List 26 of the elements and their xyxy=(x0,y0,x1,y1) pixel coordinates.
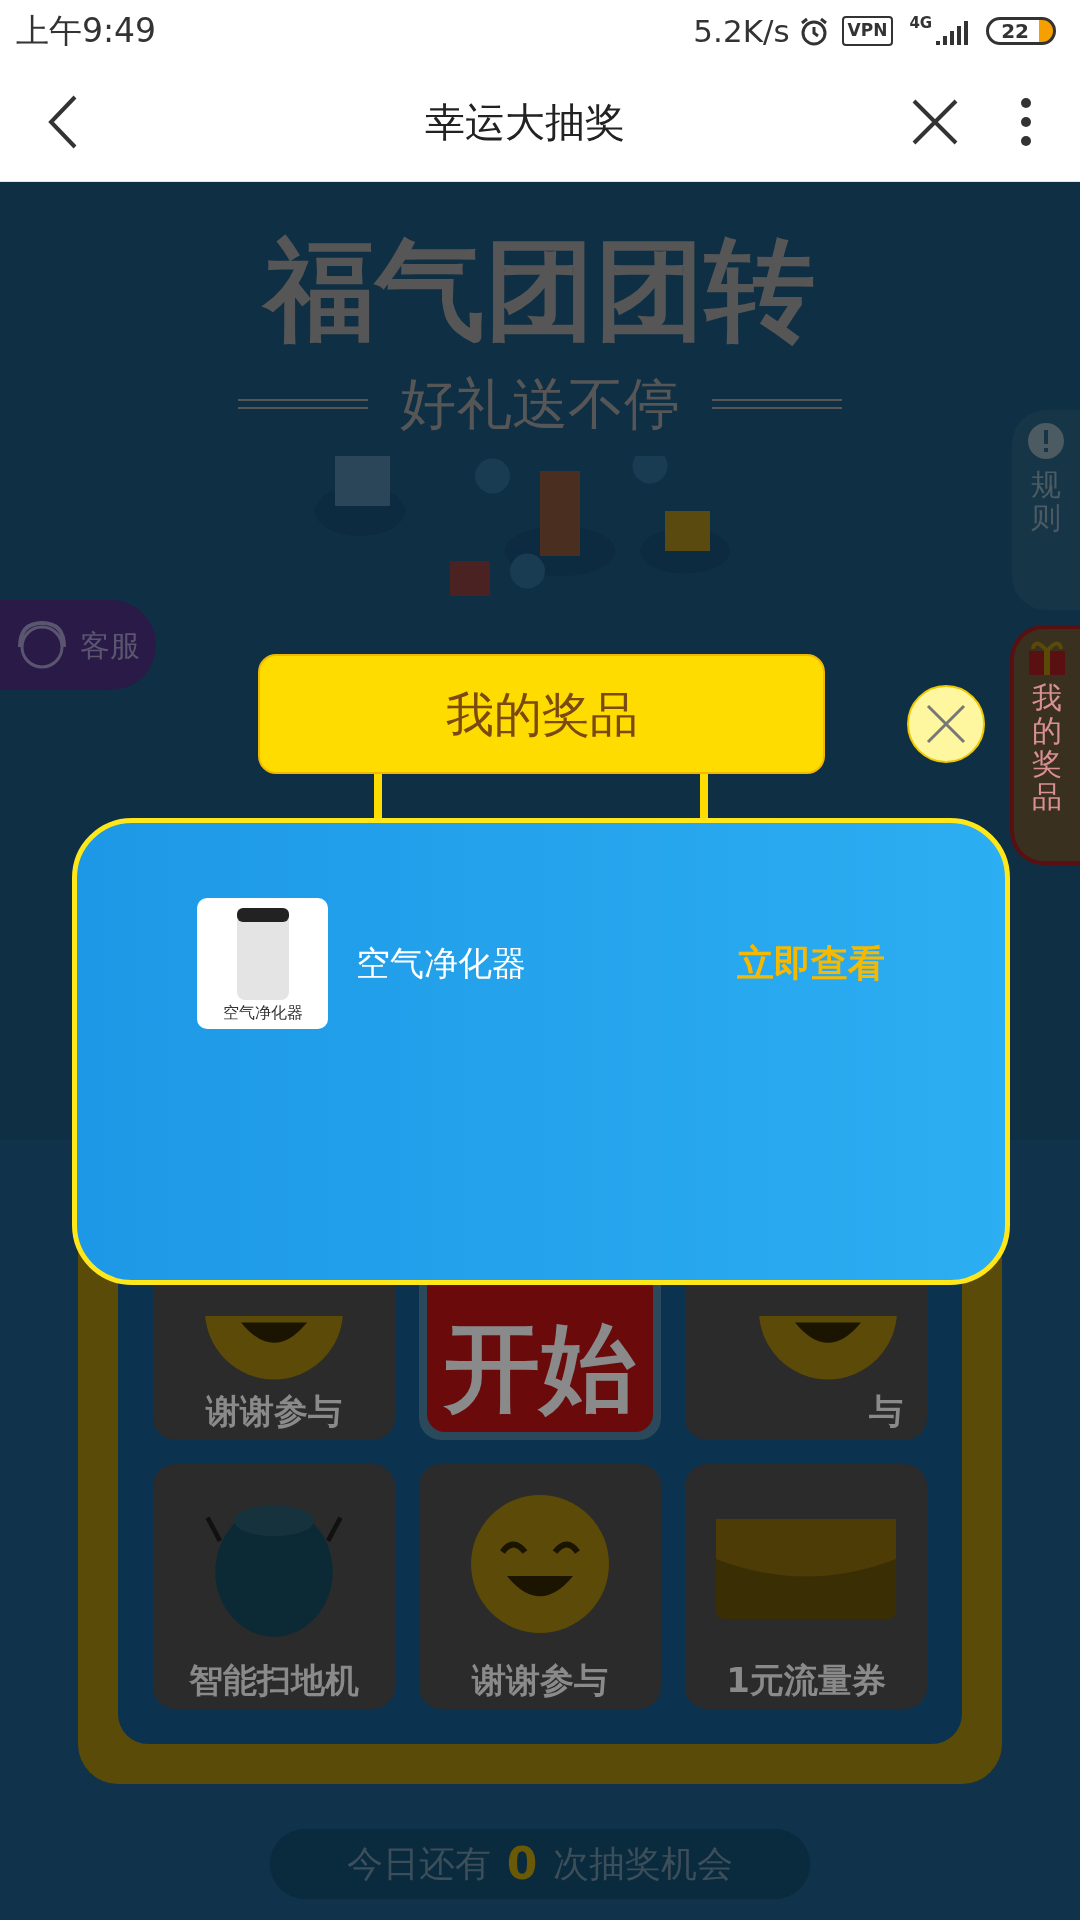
more-icon[interactable] xyxy=(1020,96,1032,147)
chances-count: 0 xyxy=(506,1837,538,1891)
prize-label: 1元流量券 xyxy=(726,1663,886,1697)
my-prizes-label: 我的奖品 xyxy=(1032,681,1062,813)
close-icon xyxy=(926,704,966,744)
page-title: 幸运大抽奖 xyxy=(424,97,626,147)
close-icon[interactable] xyxy=(912,98,958,145)
status-time: 上午9:49 xyxy=(16,10,157,53)
prize-name: 空气净化器 xyxy=(356,942,527,985)
vpn-indicator: VPN xyxy=(841,16,894,46)
view-now-link[interactable]: 立即查看 xyxy=(737,935,885,992)
info-icon xyxy=(1027,422,1065,460)
battery-indicator: 22 xyxy=(986,17,1056,45)
banner-title: 福气团团转 xyxy=(249,222,831,360)
prize-label: 与 xyxy=(869,1394,903,1428)
network-type: 4G xyxy=(909,13,933,34)
back-icon[interactable] xyxy=(48,94,78,149)
prize-label: 谢谢参与 xyxy=(472,1663,608,1697)
modal-title: 我的奖品 xyxy=(445,685,638,744)
prize-label: 智能扫地机 xyxy=(189,1663,359,1697)
network-speed: 5.2K/s xyxy=(693,11,790,51)
thumbnail-caption: 空气净化器 xyxy=(222,1002,303,1024)
customer-service-button[interactable]: 客服 xyxy=(0,600,156,690)
banner-subtitle: 好礼送不停 xyxy=(399,369,681,438)
prize-label: 谢谢参与 xyxy=(206,1394,342,1428)
my-prizes-tab[interactable]: 我的奖品 xyxy=(1010,625,1080,865)
